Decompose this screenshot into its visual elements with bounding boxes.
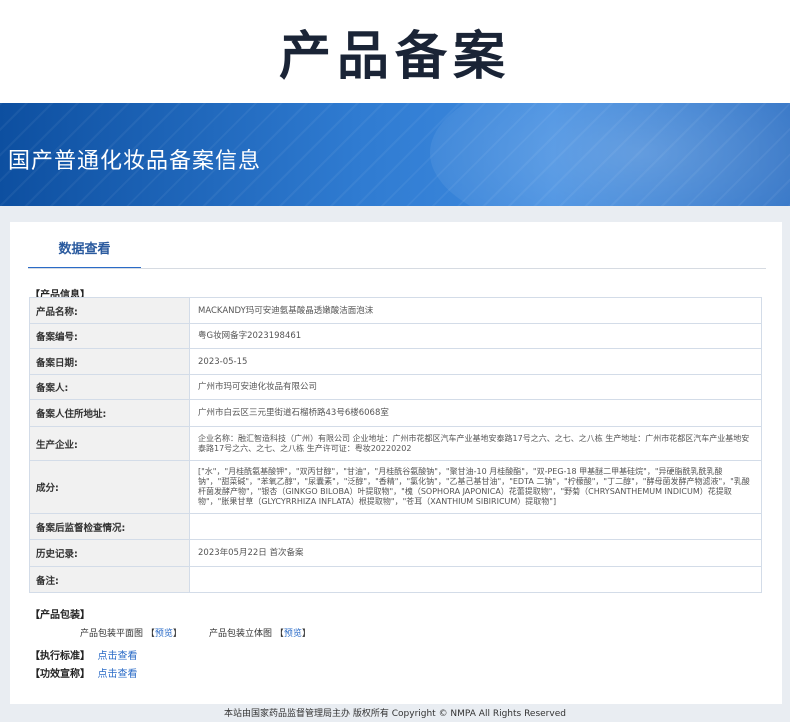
- row-value: 2023年05月22日 首次备案: [189, 539, 762, 567]
- product-info-table: 产品名称: MACKANDY玛可安迪氨基酸晶透嫩酸洁面泡沫 备案编号: 粤G妆网…: [29, 297, 762, 593]
- row-value: 2023-05-15: [189, 348, 762, 375]
- footer: 本站由国家药品监督管理局主办 版权所有 Copyright © NMPA All…: [224, 709, 566, 719]
- section-efficacy: 【功效宣称】 点击查看: [30, 665, 137, 680]
- table-row: 备注:: [29, 566, 762, 593]
- row-label: 产品名称:: [29, 297, 190, 324]
- banner-title: 国产普通化妆品备案信息: [8, 149, 262, 174]
- row-label: 备注:: [29, 566, 190, 593]
- package-solid-label: 产品包装立体图: [209, 629, 273, 639]
- row-value: 广州市白云区三元里街道石榴桥路43号6楼6068室: [189, 399, 762, 427]
- standard-view-link[interactable]: 点击查看: [97, 651, 137, 662]
- bracket-open: 【: [274, 629, 284, 639]
- section-standard: 【执行标准】 点击查看: [30, 647, 137, 662]
- section-product-package: 【产品包装】: [30, 610, 90, 621]
- table-row: 成分: ["水"，"月桂酰氨基酸钾"，"双丙甘醇"，"甘油"，"月桂酰谷氨酸钠"…: [29, 460, 762, 514]
- tab-divider: [28, 268, 766, 269]
- banner-glow: [430, 103, 790, 206]
- row-value: [189, 513, 762, 540]
- row-value: 企业名称：融汇智造科技（广州）有限公司 企业地址：广州市花都区汽车产业基地安泰路…: [189, 426, 762, 461]
- row-value: 粤G妆网备字2023198461: [189, 323, 762, 349]
- page-header: 产品备案: [0, 0, 790, 103]
- package-flat: 产品包装平面图 【预览】: [80, 626, 182, 639]
- table-row: 备案编号: 粤G妆网备字2023198461: [29, 323, 762, 349]
- efficacy-label: 【功效宣称】: [30, 669, 90, 680]
- row-label: 生产企业:: [29, 426, 190, 461]
- row-value: [189, 566, 762, 593]
- row-value: MACKANDY玛可安迪氨基酸晶透嫩酸洁面泡沫: [189, 297, 762, 324]
- table-row: 备案后监督检查情况:: [29, 513, 762, 540]
- bracket-close: 】: [301, 629, 311, 639]
- table-row: 备案日期: 2023-05-15: [29, 348, 762, 375]
- standard-label: 【执行标准】: [30, 651, 90, 662]
- efficacy-view-link[interactable]: 点击查看: [97, 669, 137, 680]
- table-row: 生产企业: 企业名称：融汇智造科技（广州）有限公司 企业地址：广州市花都区汽车产…: [29, 426, 762, 461]
- package-flat-label: 产品包装平面图: [80, 629, 144, 639]
- bracket-close: 】: [172, 629, 182, 639]
- row-label: 备案人:: [29, 374, 190, 400]
- preview-solid-link[interactable]: 预览: [284, 629, 302, 639]
- row-label: 备案编号:: [29, 323, 190, 349]
- table-row: 备案人住所地址: 广州市白云区三元里街道石榴桥路43号6楼6068室: [29, 399, 762, 427]
- table-row: 备案人: 广州市玛可安迪化妆品有限公司: [29, 374, 762, 400]
- row-label: 备案人住所地址:: [29, 399, 190, 427]
- row-label: 备案后监督检查情况:: [29, 513, 190, 540]
- row-label: 成分:: [29, 460, 190, 514]
- row-label: 历史记录:: [29, 539, 190, 567]
- package-solid: 产品包装立体图 【预览】: [209, 626, 311, 639]
- bracket-open: 【: [145, 629, 155, 639]
- preview-flat-link[interactable]: 预览: [155, 629, 173, 639]
- table-row: 产品名称: MACKANDY玛可安迪氨基酸晶透嫩酸洁面泡沫: [29, 297, 762, 324]
- tab-data-view[interactable]: 数据查看: [28, 232, 141, 269]
- page-title: 产品备案: [278, 27, 511, 87]
- table-row: 历史记录: 2023年05月22日 首次备案: [29, 539, 762, 567]
- row-value: 广州市玛可安迪化妆品有限公司: [189, 374, 762, 400]
- row-label: 备案日期:: [29, 348, 190, 375]
- banner: 国产普通化妆品备案信息: [0, 103, 790, 206]
- row-value: ["水"，"月桂酰氨基酸钾"，"双丙甘醇"，"甘油"，"月桂酰谷氨酸钠"，"聚甘…: [189, 460, 762, 514]
